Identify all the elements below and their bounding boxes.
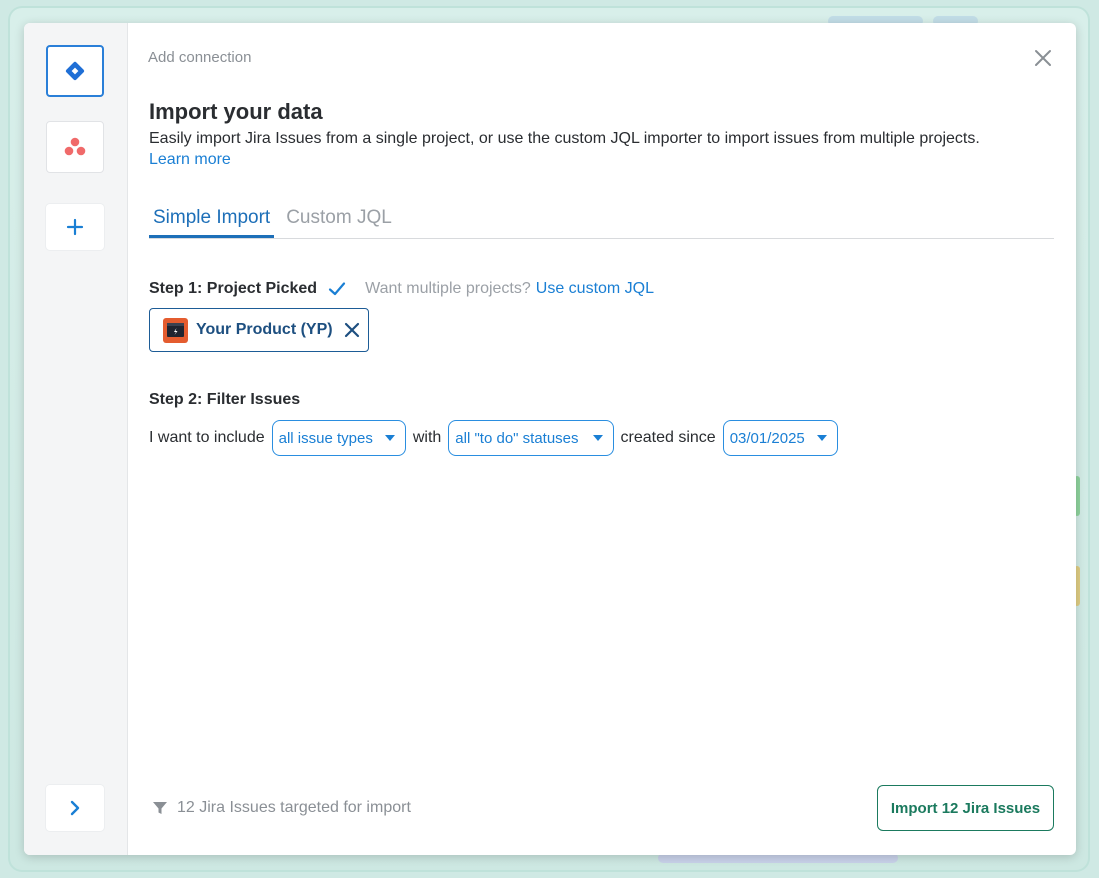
date-dropdown[interactable]: 03/01/2025 <box>722 420 838 456</box>
caret-down-icon <box>384 435 395 441</box>
expand-rail-button[interactable] <box>46 785 104 831</box>
step1-row: Step 1: Project Picked Want multiple pro… <box>149 279 654 299</box>
close-icon[interactable] <box>1032 47 1054 69</box>
learn-more-link[interactable]: Learn more <box>149 151 231 168</box>
step2-label: Step 2: Filter Issues <box>149 391 300 409</box>
step1-hint: Want multiple projects? <box>365 280 531 297</box>
filter-prefix: I want to include <box>149 429 265 446</box>
issue-types-value: all issue types <box>278 429 373 447</box>
add-connection-button[interactable] <box>46 204 104 250</box>
import-tabs: Simple Import Custom JQL <box>149 207 1054 239</box>
import-button[interactable]: Import 12 Jira Issues <box>877 785 1054 831</box>
step1-label: Step 1: Project Picked <box>149 280 318 297</box>
plus-icon <box>66 218 84 236</box>
caret-down-icon <box>592 435 603 441</box>
remove-project-icon[interactable] <box>343 321 361 339</box>
project-chip: Your Product (YP) <box>149 308 369 352</box>
import-summary: 12 Jira Issues targeted for import <box>152 799 411 817</box>
filter-created-since: created since <box>620 429 716 446</box>
page-description: Easily import Jira Issues from a single … <box>149 128 1049 170</box>
description-text: Easily import Jira Issues from a single … <box>149 130 980 147</box>
filter-funnel-icon <box>153 802 167 814</box>
page-title: Import your data <box>149 99 323 124</box>
tab-custom-jql[interactable]: Custom JQL <box>282 207 396 238</box>
caret-down-icon <box>816 435 827 441</box>
modal-content: Add connection Import your data Easily i… <box>128 23 1076 855</box>
date-value: 03/01/2025 <box>729 429 805 447</box>
import-summary-text: 12 Jira Issues targeted for import <box>177 799 411 816</box>
modal-label: Add connection <box>148 49 252 66</box>
chevron-right-icon <box>70 800 80 816</box>
add-connection-modal: Add connection Import your data Easily i… <box>24 23 1076 855</box>
connection-rail <box>24 23 128 855</box>
asana-dots-icon <box>64 137 86 156</box>
tab-simple-import[interactable]: Simple Import <box>149 207 275 238</box>
checkmark-icon <box>328 282 346 296</box>
issue-types-dropdown[interactable]: all issue types <box>271 420 406 456</box>
project-chip-label: Your Product (YP) <box>196 321 333 338</box>
jira-connection-button[interactable] <box>46 45 104 97</box>
statuses-dropdown[interactable]: all "to do" statuses <box>448 420 614 456</box>
use-custom-jql-link[interactable]: Use custom JQL <box>536 280 654 298</box>
statuses-value: all "to do" statuses <box>455 429 579 447</box>
asana-connection-button[interactable] <box>46 121 104 173</box>
filter-row: I want to include all issue types with a… <box>149 420 845 456</box>
project-icon <box>163 317 188 343</box>
filter-with: with <box>412 429 442 446</box>
step2-label-text: Step 2: Filter Issues <box>149 391 301 408</box>
jira-diamond-icon <box>65 61 85 81</box>
